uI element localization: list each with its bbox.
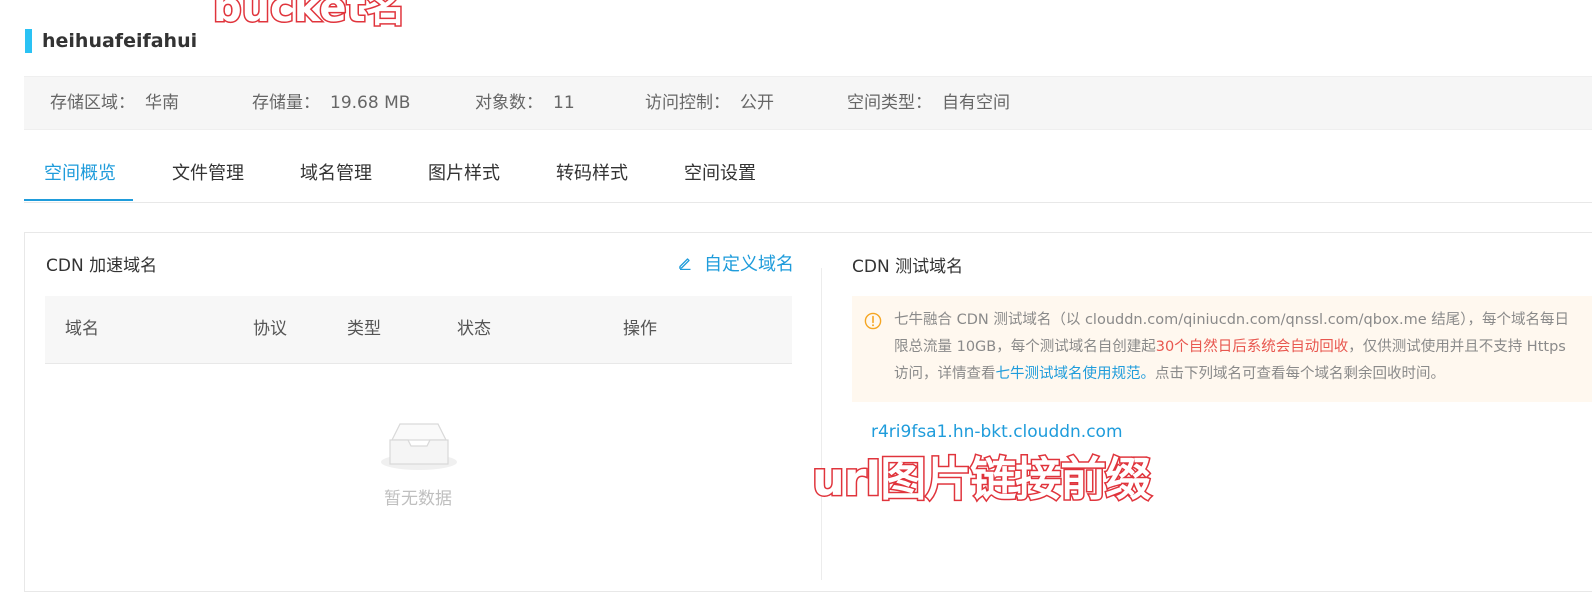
- column-domain: 域名: [65, 319, 99, 339]
- column-status: 状态: [457, 319, 491, 339]
- bucket-title-accent-bar: [25, 29, 32, 53]
- cdn-table-header: 域名 协议 类型 状态 操作: [45, 296, 792, 364]
- custom-domain-link-label: 自定义域名: [704, 254, 794, 275]
- bucket-name-annotation: bucket名: [212, 0, 408, 31]
- tab-space-settings[interactable]: 空间设置: [684, 160, 756, 188]
- panel-divider: [821, 268, 822, 580]
- test-domain-notice: 七牛融合 CDN 测试域名（以 clouddn.com/qiniucdn.com…: [852, 296, 1592, 402]
- notice-text-part3: 点击下列域名可查看每个域名剩余回收时间。: [1155, 366, 1445, 382]
- active-tab-underline: [24, 199, 133, 201]
- info-region: 存储区域： 华南: [50, 91, 179, 115]
- info-storage: 存储量： 19.68 MB: [252, 91, 410, 115]
- empty-state-text: 暂无数据: [384, 489, 452, 509]
- tab-overview[interactable]: 空间概览: [44, 160, 116, 188]
- info-space-type: 空间类型： 自有空间: [847, 91, 1010, 115]
- test-domains-title: CDN 测试域名: [852, 257, 964, 277]
- info-access-label: 访问控制：: [645, 93, 730, 113]
- cdn-domains-title: CDN 加速域名: [46, 256, 158, 276]
- bucket-info-strip: 存储区域： 华南 存储量： 19.68 MB 对象数： 11 访问控制： 公开 空间类型…: [24, 76, 1592, 130]
- info-access-value: 公开: [740, 93, 774, 113]
- tab-transcode-styles[interactable]: 转码样式: [556, 160, 628, 188]
- info-region-value: 华南: [145, 93, 179, 113]
- empty-inbox-icon: [378, 420, 460, 472]
- info-storage-label: 存储量：: [252, 93, 320, 113]
- column-protocol: 协议: [253, 319, 287, 339]
- bucket-title: heihuafeifahui: [42, 30, 198, 52]
- info-access: 访问控制： 公开: [645, 91, 774, 115]
- info-region-label: 存储区域：: [50, 93, 135, 113]
- info-objects-value: 11: [553, 93, 575, 113]
- tab-domain-management[interactable]: 域名管理: [300, 160, 372, 188]
- test-domain-rules-link[interactable]: 七牛测试域名使用规范。: [996, 366, 1156, 382]
- tab-image-styles[interactable]: 图片样式: [428, 160, 500, 188]
- info-objects-label: 对象数：: [475, 93, 543, 113]
- info-space-type-value: 自有空间: [942, 93, 1010, 113]
- info-space-type-label: 空间类型：: [847, 93, 932, 113]
- custom-domain-link[interactable]: 自定义域名: [678, 253, 794, 277]
- column-actions: 操作: [623, 319, 657, 339]
- info-storage-value: 19.68 MB: [330, 93, 411, 113]
- overview-panel: [24, 232, 1592, 592]
- notice-text: 七牛融合 CDN 测试域名（以 clouddn.com/qiniucdn.com…: [894, 307, 1574, 388]
- bucket-tabs: 空间概览 文件管理 域名管理 图片样式 转码样式 空间设置: [24, 148, 1592, 203]
- info-objects: 对象数： 11: [475, 91, 575, 115]
- notice-recycle-warning: 30个自然日后系统会自动回收: [1155, 339, 1349, 355]
- url-prefix-annotation: url图片链接前缀: [810, 451, 1152, 508]
- test-domain-link[interactable]: r4ri9fsa1.hn-bkt.clouddn.com: [871, 420, 1123, 444]
- tab-file-management[interactable]: 文件管理: [172, 160, 244, 188]
- edit-icon: [678, 253, 692, 277]
- warning-icon: [864, 312, 882, 330]
- column-type: 类型: [347, 319, 381, 339]
